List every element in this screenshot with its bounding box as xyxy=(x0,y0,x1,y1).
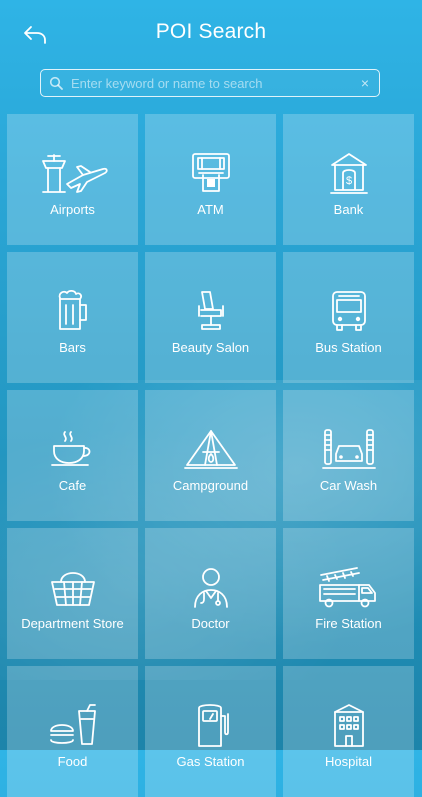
header: POI Search xyxy=(0,0,422,64)
category-tile-airports[interactable]: Airports xyxy=(7,114,138,245)
category-label: ATM xyxy=(197,202,224,217)
shopping-basket-icon xyxy=(49,564,97,610)
category-label: Cafe xyxy=(58,478,87,493)
category-label: Department Store xyxy=(21,616,124,631)
category-label: Bus Station xyxy=(315,340,382,355)
clear-search-button[interactable]: × xyxy=(351,75,379,91)
search-bar[interactable]: × xyxy=(40,69,380,97)
svg-text:$: $ xyxy=(345,175,351,187)
category-tile-beauty-salon[interactable]: Beauty Salon xyxy=(145,252,276,383)
category-label: Beauty Salon xyxy=(171,340,250,355)
category-tile-bank[interactable]: $ Bank xyxy=(283,114,414,245)
tent-icon xyxy=(183,426,239,472)
fast-food-icon xyxy=(45,702,101,748)
category-tile-hospital[interactable]: Hospital xyxy=(283,666,414,797)
category-tile-food[interactable]: Food xyxy=(7,666,138,797)
category-tile-cafe[interactable]: Cafe xyxy=(7,390,138,521)
category-tile-bars[interactable]: Bars xyxy=(7,252,138,383)
category-tile-car-wash[interactable]: Car Wash xyxy=(283,390,414,521)
category-tile-fire-station[interactable]: Fire Station xyxy=(283,528,414,659)
beer-mug-icon xyxy=(55,288,91,334)
bank-icon: $ xyxy=(329,150,369,196)
search-input[interactable] xyxy=(71,75,351,91)
category-label: Car Wash xyxy=(319,478,378,493)
category-label: Bars xyxy=(59,340,86,355)
category-tile-gas-station[interactable]: Gas Station xyxy=(145,666,276,797)
category-label: Fire Station xyxy=(315,616,382,631)
category-tile-campground[interactable]: Campground xyxy=(145,390,276,521)
category-tile-department-store[interactable]: Department Store xyxy=(7,528,138,659)
search-icon xyxy=(41,76,71,90)
category-label: Bank xyxy=(333,202,364,217)
atm-icon xyxy=(189,150,233,196)
category-tile-doctor[interactable]: Doctor xyxy=(145,528,276,659)
hospital-icon xyxy=(329,702,369,748)
fire-truck-icon xyxy=(317,564,381,610)
category-label: Gas Station xyxy=(176,754,245,769)
category-label: Airports xyxy=(50,202,95,217)
category-tile-atm[interactable]: ATM xyxy=(145,114,276,245)
category-label: Campground xyxy=(172,478,249,493)
airport-icon xyxy=(37,150,109,196)
category-label: Hospital xyxy=(325,754,372,769)
gas-pump-icon xyxy=(191,702,231,748)
doctor-icon xyxy=(191,564,231,610)
category-label: Food xyxy=(57,754,88,769)
salon-chair-icon xyxy=(193,288,229,334)
page-title: POI Search xyxy=(155,20,267,43)
category-tile-bus-station[interactable]: Bus Station xyxy=(283,252,414,383)
bus-icon xyxy=(329,288,369,334)
category-label: Doctor xyxy=(191,616,230,631)
coffee-cup-icon xyxy=(49,426,97,472)
car-wash-icon xyxy=(321,426,377,472)
